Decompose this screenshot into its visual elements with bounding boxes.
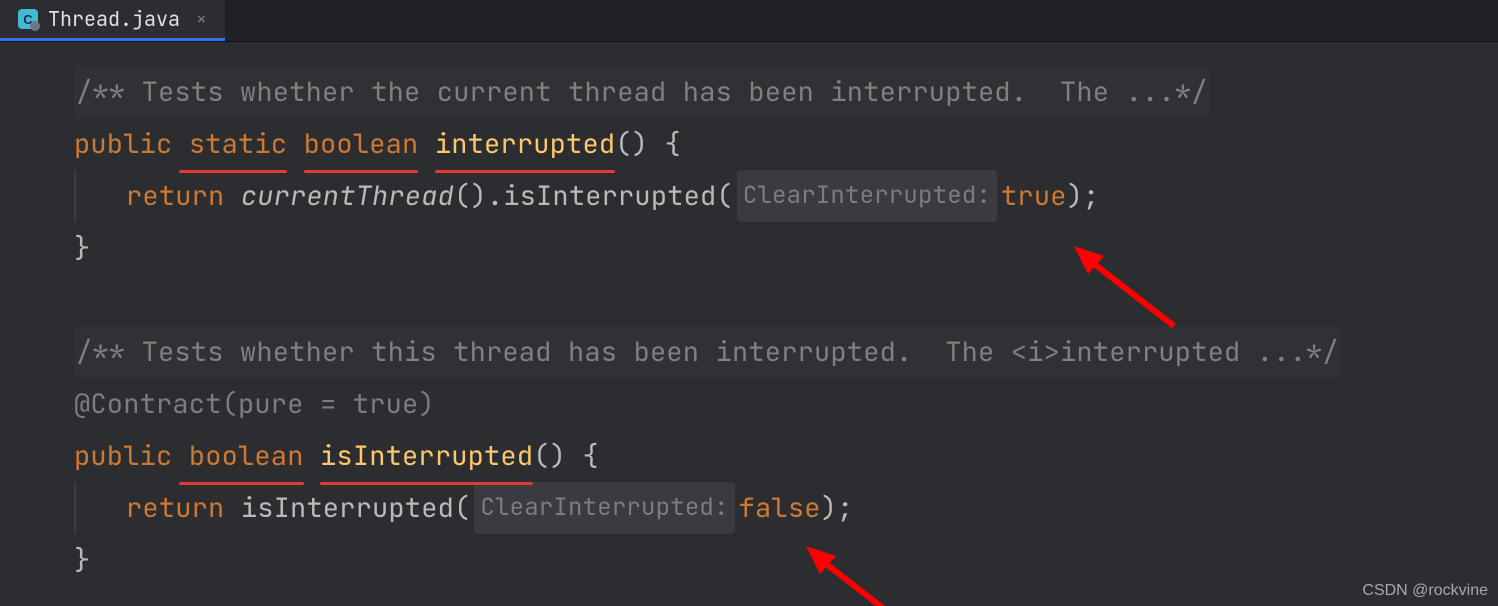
code-line: return isInterrupted(ClearInterrupted:fa…: [74, 482, 1488, 534]
indent-guide: [74, 482, 76, 534]
code-line: return currentThread().isInterrupted(Cle…: [74, 170, 1488, 222]
code-line: }: [74, 222, 1488, 274]
keyword-true: true: [1001, 170, 1067, 222]
code-line: }: [74, 534, 1488, 586]
brace-close: }: [74, 534, 90, 586]
parameter-hint: ClearInterrupted:: [474, 482, 734, 534]
keyword-public: public: [74, 430, 189, 482]
parameter-hint: ClearInterrupted:: [737, 170, 997, 222]
keyword-boolean: boolean: [189, 430, 304, 482]
identifier-isInterrupted: isInterrupted: [241, 482, 454, 534]
punctuation: (: [454, 482, 470, 534]
javadoc-comment: /** Tests whether the current thread has…: [74, 66, 1210, 118]
keyword-public: public: [74, 118, 189, 170]
code-line: @Contract(pure = true): [74, 378, 1488, 430]
code-line: public static boolean interrupted() {: [74, 118, 1488, 170]
code-line: public boolean isInterrupted() {: [74, 430, 1488, 482]
punctuation: );: [1067, 170, 1100, 222]
punctuation: );: [821, 482, 854, 534]
code-line: /** Tests whether the current thread has…: [74, 66, 1488, 118]
code-editor[interactable]: /** Tests whether the current thread has…: [14, 48, 1488, 606]
keyword-boolean: boolean: [304, 118, 419, 170]
space: [304, 430, 320, 482]
tab-bar: C Thread.java ×: [0, 0, 1498, 42]
java-class-file-icon: C: [18, 9, 38, 29]
editor-window: C Thread.java × /** Tests whether the cu…: [0, 0, 1498, 606]
method-name-isInterrupted: isInterrupted: [320, 430, 533, 482]
identifier-isInterrupted: isInterrupted: [503, 170, 716, 222]
keyword-return: return: [126, 482, 241, 534]
punctuation: () {: [615, 118, 681, 170]
file-tab-thread-java[interactable]: C Thread.java ×: [0, 0, 225, 41]
keyword-static: static: [189, 118, 287, 170]
icon-letter: C: [23, 12, 32, 27]
close-icon[interactable]: ×: [196, 8, 207, 31]
punctuation: (: [716, 170, 732, 222]
code-line: /** Tests whether this thread has been i…: [74, 326, 1488, 378]
javadoc-comment: /** Tests whether this thread has been i…: [74, 326, 1341, 378]
space: [287, 118, 303, 170]
annotation-contract: @Contract(pure = true): [74, 378, 435, 430]
identifier-currentThread: currentThread: [241, 170, 454, 222]
tab-filename: Thread.java: [48, 6, 180, 32]
indent-guide: [74, 170, 76, 222]
method-name-interrupted: interrupted: [435, 118, 615, 170]
punctuation: () {: [533, 430, 599, 482]
keyword-return: return: [126, 170, 241, 222]
keyword-false: false: [739, 482, 821, 534]
space: [418, 118, 434, 170]
brace-close: }: [74, 222, 90, 274]
blank-line: [74, 274, 1488, 326]
punctuation: ().: [454, 170, 503, 222]
watermark-text: CSDN @rockvine: [1362, 582, 1488, 600]
